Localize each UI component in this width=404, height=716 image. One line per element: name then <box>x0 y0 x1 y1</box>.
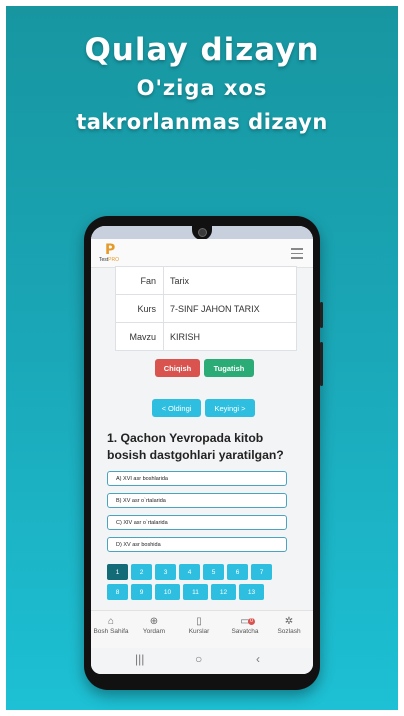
info-value: KIRISH <box>170 331 201 342</box>
page-button[interactable]: 10 <box>155 584 180 600</box>
info-row-course: Kurs 7-SINF JAHON TARIX <box>116 294 296 322</box>
info-value: Tarix <box>170 275 190 286</box>
page-button[interactable]: 7 <box>251 564 272 580</box>
system-nav-bar: ||| ○ ‹ <box>91 648 313 674</box>
nav-label: Sozlash <box>277 628 301 635</box>
home-button-icon[interactable]: ○ <box>195 652 202 666</box>
nav-label: Savatcha <box>231 628 259 635</box>
volume-button <box>320 302 323 328</box>
page-button-active[interactable]: 1 <box>107 564 128 580</box>
nav-item-settings[interactable]: ✲ Sozlash <box>267 615 311 635</box>
camera-icon <box>198 228 207 237</box>
info-key: Mavzu <box>116 323 164 350</box>
prev-button[interactable]: < Oldingi <box>152 399 201 417</box>
answer-option-a[interactable]: A) XVI asr boshlarida <box>107 471 287 486</box>
test-info-table: Fan Tarix Kurs 7-SINF JAHON TARIX Mavzu … <box>115 266 297 351</box>
info-row-topic: Mavzu KIRISH <box>116 322 296 350</box>
gear-icon: ✲ <box>284 616 294 627</box>
info-key: Kurs <box>116 295 164 322</box>
logo-text: TestPRO <box>99 257 119 263</box>
page-button[interactable]: 9 <box>131 584 152 600</box>
nav-label: Kurslar <box>188 628 210 635</box>
phone-mockup: P TestPRO Fan Tarix Kurs 7-SINF JAHON TA… <box>84 216 323 690</box>
nav-label: Bosh Sahifa <box>93 628 129 635</box>
recent-apps-icon[interactable]: ||| <box>135 652 144 666</box>
answer-option-c[interactable]: C) XIV asr o`rtalarida <box>107 515 287 530</box>
exit-button[interactable]: Chiqish <box>155 359 200 377</box>
logo-text-main: Test <box>99 257 109 263</box>
page-button[interactable]: 2 <box>131 564 152 580</box>
logo-mark: P <box>105 242 116 258</box>
phone-screen: P TestPRO Fan Tarix Kurs 7-SINF JAHON TA… <box>91 226 313 674</box>
bottom-navigation: ⌂ Bosh Sahifa ⊕ Yordam ▯ Kurslar ▭ 0 Sav… <box>91 610 313 649</box>
page-button[interactable]: 4 <box>179 564 200 580</box>
nav-item-home[interactable]: ⌂ Bosh Sahifa <box>91 615 133 635</box>
page-button[interactable]: 5 <box>203 564 224 580</box>
next-button[interactable]: Keyingi > <box>205 399 255 417</box>
nav-item-courses[interactable]: ▯ Kurslar <box>177 615 221 635</box>
back-icon[interactable]: ‹ <box>256 652 260 666</box>
page-button[interactable]: 13 <box>239 584 264 600</box>
answer-option-b[interactable]: B) XV asr o`rtalarida <box>107 493 287 508</box>
book-icon: ▯ <box>196 616 202 627</box>
app-logo[interactable]: P TestPRO <box>99 242 129 265</box>
page-button[interactable]: 3 <box>155 564 176 580</box>
nav-item-help[interactable]: ⊕ Yordam <box>132 615 176 635</box>
app-header: P TestPRO <box>91 239 313 268</box>
question-text: 1. Qachon Yevropada kitob bosish dastgoh… <box>107 431 284 462</box>
info-key: Fan <box>116 267 164 294</box>
page-button[interactable]: 11 <box>183 584 208 600</box>
power-button <box>320 342 323 386</box>
home-icon: ⌂ <box>107 616 115 627</box>
page-button[interactable]: 8 <box>107 584 128 600</box>
page-button[interactable]: 6 <box>227 564 248 580</box>
logo-text-accent: PRO <box>108 257 120 263</box>
page-button[interactable]: 12 <box>211 584 236 600</box>
info-value: 7-SINF JAHON TARIX <box>170 303 260 314</box>
headline-subtitle-1: O'ziga xos <box>136 76 268 100</box>
answer-option-d[interactable]: D) XV asr boshida <box>107 537 287 552</box>
cart-icon: ▭ <box>240 616 250 627</box>
lifebuoy-icon: ⊕ <box>149 616 159 627</box>
headline-subtitle-2: takrorlanmas dizayn <box>76 110 328 134</box>
info-row-subject: Fan Tarix <box>116 266 296 294</box>
hamburger-icon[interactable] <box>291 248 303 262</box>
headline-title: Qulay dizayn <box>84 32 320 68</box>
nav-label: Yordam <box>142 628 166 635</box>
cart-badge: 0 <box>248 618 255 625</box>
nav-item-cart[interactable]: ▭ 0 Savatcha <box>223 615 267 635</box>
promo-poster: Qulay dizayn O'ziga xos takrorlanmas diz… <box>6 6 398 710</box>
finish-button[interactable]: Tugatish <box>204 359 254 377</box>
